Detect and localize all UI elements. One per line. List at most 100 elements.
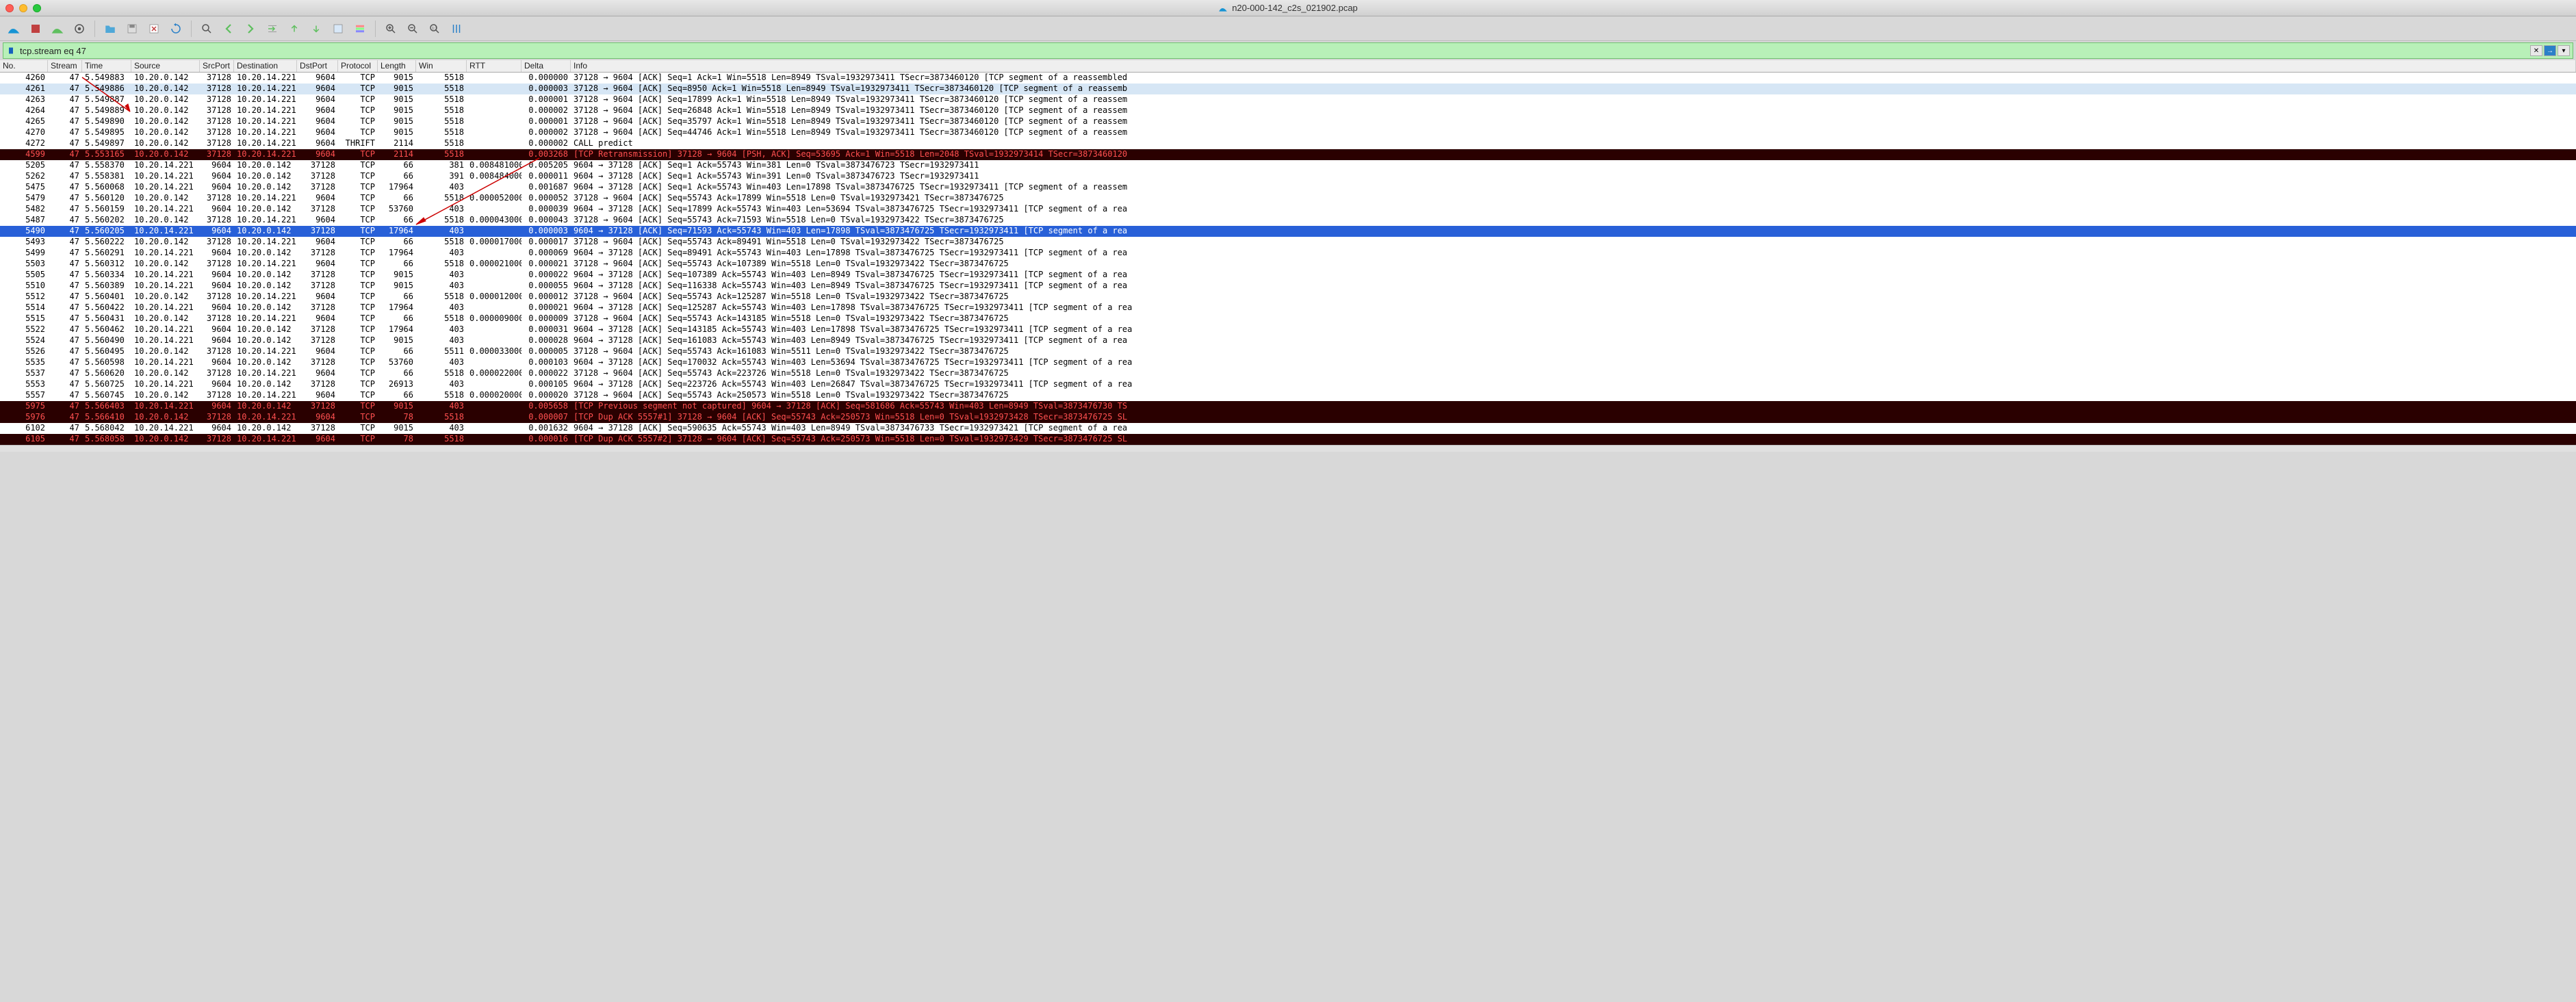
packet-row[interactable]: 4265475.54989010.20.0.1423712810.20.14.2…: [0, 116, 2576, 127]
cell-rtt: [467, 270, 521, 281]
capture-options-icon[interactable]: [70, 19, 89, 38]
cell-delta: 0.000007: [521, 412, 571, 423]
header-delta[interactable]: Delta: [521, 60, 571, 72]
header-dstport[interactable]: DstPort: [297, 60, 338, 72]
display-filter-input[interactable]: [20, 46, 2526, 56]
header-no[interactable]: No.: [0, 60, 48, 72]
packet-row[interactable]: 5475475.56006810.20.14.221960410.20.0.14…: [0, 182, 2576, 193]
reload-file-icon[interactable]: [166, 19, 185, 38]
close-button[interactable]: [5, 4, 14, 12]
header-srcport[interactable]: SrcPort: [200, 60, 234, 72]
packet-row[interactable]: 4260475.54988310.20.0.1423712810.20.14.2…: [0, 73, 2576, 84]
packet-row[interactable]: 4264475.54988910.20.0.1423712810.20.14.2…: [0, 105, 2576, 116]
stop-capture-icon[interactable]: [26, 19, 45, 38]
resize-columns-icon[interactable]: [447, 19, 466, 38]
shark-fin-icon[interactable]: [4, 19, 23, 38]
packet-row[interactable]: 5557475.56074510.20.0.1423712810.20.14.2…: [0, 390, 2576, 401]
packet-row[interactable]: 5514475.56042210.20.14.221960410.20.0.14…: [0, 303, 2576, 313]
header-win[interactable]: Win: [416, 60, 467, 72]
packet-row[interactable]: 5499475.56029110.20.14.221960410.20.0.14…: [0, 248, 2576, 259]
auto-scroll-icon[interactable]: [329, 19, 348, 38]
cell-win: 5518: [416, 84, 467, 94]
cell-sport: 37128: [200, 84, 234, 94]
minimize-button[interactable]: [19, 4, 27, 12]
cell-win: 5518: [416, 193, 467, 204]
packet-row[interactable]: 5535475.56059810.20.14.221960410.20.0.14…: [0, 357, 2576, 368]
packet-row[interactable]: 5482475.56015910.20.14.221960410.20.0.14…: [0, 204, 2576, 215]
recent-filters-icon[interactable]: ▾: [2558, 45, 2570, 56]
go-to-packet-icon[interactable]: [263, 19, 282, 38]
packet-row[interactable]: 5505475.56033410.20.14.221960410.20.0.14…: [0, 270, 2576, 281]
packet-row[interactable]: 4270475.54989510.20.0.1423712810.20.14.2…: [0, 127, 2576, 138]
cell-sport: 9604: [200, 226, 234, 237]
packet-row[interactable]: 5537475.56062010.20.0.1423712810.20.14.2…: [0, 368, 2576, 379]
cell-dst: 10.20.0.142: [234, 357, 297, 368]
go-forward-icon[interactable]: [241, 19, 260, 38]
packet-row[interactable]: 4261475.54988610.20.0.1423712810.20.14.2…: [0, 84, 2576, 94]
packet-row[interactable]: 5503475.56031210.20.0.1423712810.20.14.2…: [0, 259, 2576, 270]
go-last-icon[interactable]: [307, 19, 326, 38]
header-length[interactable]: Length: [378, 60, 416, 72]
header-source[interactable]: Source: [131, 60, 200, 72]
packet-row[interactable]: 4272475.54989710.20.0.1423712810.20.14.2…: [0, 138, 2576, 149]
packet-row[interactable]: 5487475.56020210.20.0.1423712810.20.14.2…: [0, 215, 2576, 226]
cell-info: 37128 → 9604 [ACK] Seq=55743 Ack=223726 …: [571, 368, 2576, 379]
cell-stream: 47: [48, 237, 82, 248]
cell-delta: 0.000021: [521, 303, 571, 313]
cell-stream: 47: [48, 73, 82, 84]
colorize-icon[interactable]: [350, 19, 370, 38]
maximize-button[interactable]: [33, 4, 41, 12]
header-protocol[interactable]: Protocol: [338, 60, 378, 72]
zoom-out-icon[interactable]: [403, 19, 422, 38]
packet-row[interactable]: 5522475.56046210.20.14.221960410.20.0.14…: [0, 324, 2576, 335]
find-icon[interactable]: [197, 19, 216, 38]
cell-stream: 47: [48, 84, 82, 94]
cell-src: 10.20.0.142: [131, 237, 200, 248]
cell-time: 5.558381: [82, 171, 131, 182]
go-back-icon[interactable]: [219, 19, 238, 38]
packet-row[interactable]: 5512475.56040110.20.0.1423712810.20.14.2…: [0, 292, 2576, 303]
header-time[interactable]: Time: [82, 60, 131, 72]
packet-row[interactable]: 5515475.56043110.20.0.1423712810.20.14.2…: [0, 313, 2576, 324]
horizontal-scrollbar[interactable]: [0, 445, 2576, 452]
packet-row[interactable]: 4263475.54988710.20.0.1423712810.20.14.2…: [0, 94, 2576, 105]
packet-row[interactable]: 6102475.56804210.20.14.221960410.20.0.14…: [0, 423, 2576, 434]
cell-dport: 9604: [297, 237, 338, 248]
packet-row[interactable]: 5479475.56012010.20.0.1423712810.20.14.2…: [0, 193, 2576, 204]
cell-delta: 0.000069: [521, 248, 571, 259]
cell-sport: 9604: [200, 335, 234, 346]
packet-row[interactable]: 4599475.55316510.20.0.1423712810.20.14.2…: [0, 149, 2576, 160]
go-first-icon[interactable]: [285, 19, 304, 38]
cell-rtt: [467, 401, 521, 412]
packet-row[interactable]: 5975475.56640310.20.14.221960410.20.0.14…: [0, 401, 2576, 412]
packet-row[interactable]: 5262475.55838110.20.14.221960410.20.0.14…: [0, 171, 2576, 182]
apply-filter-icon[interactable]: →: [2544, 45, 2556, 56]
header-destination[interactable]: Destination: [234, 60, 297, 72]
packet-row[interactable]: 6105475.56805810.20.0.1423712810.20.14.2…: [0, 434, 2576, 445]
packet-row[interactable]: 5976475.56641010.20.0.1423712810.20.14.2…: [0, 412, 2576, 423]
cell-proto: TCP: [338, 84, 378, 94]
cell-sport: 37128: [200, 193, 234, 204]
save-file-icon[interactable]: [123, 19, 142, 38]
cell-info: 9604 → 37128 [ACK] Seq=107389 Ack=55743 …: [571, 270, 2576, 281]
packet-row[interactable]: 5493475.56022210.20.0.1423712810.20.14.2…: [0, 237, 2576, 248]
packet-row[interactable]: 5524475.56049010.20.14.221960410.20.0.14…: [0, 335, 2576, 346]
cell-dport: 9604: [297, 292, 338, 303]
cell-delta: 0.000039: [521, 204, 571, 215]
header-stream[interactable]: Stream: [48, 60, 82, 72]
header-info[interactable]: Info: [571, 60, 2576, 72]
packet-row[interactable]: 5205475.55837010.20.14.221960410.20.0.14…: [0, 160, 2576, 171]
packet-row[interactable]: 5553475.56072510.20.14.221960410.20.0.14…: [0, 379, 2576, 390]
packet-list[interactable]: 4260475.54988310.20.0.1423712810.20.14.2…: [0, 73, 2576, 445]
zoom-reset-icon[interactable]: 1:1: [425, 19, 444, 38]
bookmark-filter-icon[interactable]: [6, 46, 16, 55]
packet-row[interactable]: 5526475.56049510.20.0.1423712810.20.14.2…: [0, 346, 2576, 357]
packet-row[interactable]: 5490475.56020510.20.14.221960410.20.0.14…: [0, 226, 2576, 237]
zoom-in-icon[interactable]: [381, 19, 400, 38]
restart-capture-icon[interactable]: [48, 19, 67, 38]
close-file-icon[interactable]: [144, 19, 164, 38]
packet-row[interactable]: 5510475.56038910.20.14.221960410.20.0.14…: [0, 281, 2576, 292]
open-file-icon[interactable]: [101, 19, 120, 38]
header-rtt[interactable]: RTT: [467, 60, 521, 72]
clear-filter-icon[interactable]: ✕: [2530, 45, 2542, 56]
